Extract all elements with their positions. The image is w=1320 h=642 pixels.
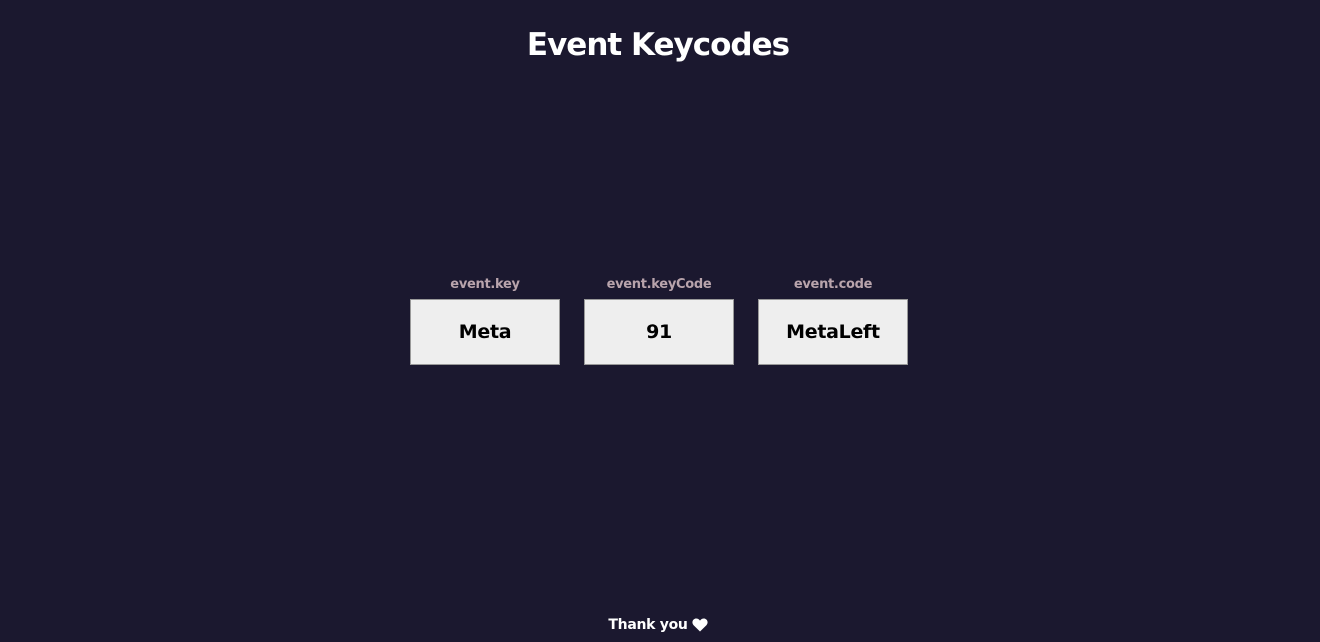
key-event-keycode: event.keyCode 91: [584, 276, 734, 365]
page: Event Keycodes event.key Meta event.keyC…: [0, 0, 1320, 642]
keycode-panel: event.key Meta event.keyCode 91 event.co…: [410, 276, 908, 365]
key-label: event.code: [793, 277, 873, 292]
key-event-key: event.key Meta: [410, 276, 560, 365]
key-label: event.keyCode: [606, 277, 712, 292]
key-value-box: Meta: [410, 299, 560, 365]
heart-icon: [691, 618, 708, 632]
footer-text: Thank you: [608, 617, 688, 633]
footer: Thank you: [0, 617, 1316, 633]
key-label: event.key: [450, 277, 520, 292]
key-event-code: event.code MetaLeft: [758, 276, 908, 365]
key-value-box: 91: [584, 299, 734, 365]
page-title: Event Keycodes: [526, 27, 790, 63]
key-value-box: MetaLeft: [758, 299, 908, 365]
